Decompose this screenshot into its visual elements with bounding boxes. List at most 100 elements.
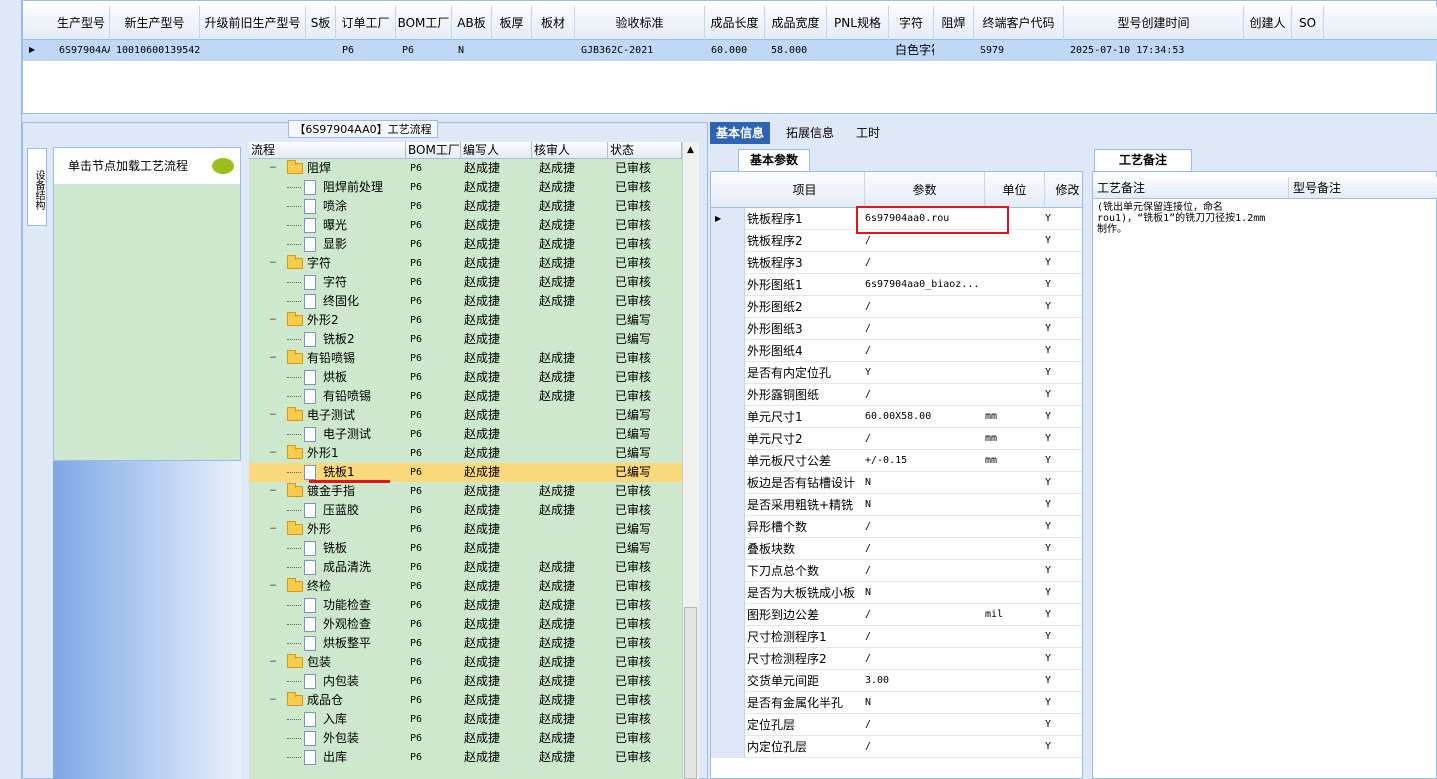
param-value[interactable]: / [865,626,983,648]
param-value[interactable]: 6s97904aa0_biaoz... [865,274,983,296]
collapse-icon[interactable]: − [269,487,277,496]
param-row[interactable]: 异形槽个数 / Y [711,516,1082,538]
param-row[interactable]: 单元尺寸2 /mm Y [711,428,1082,450]
row-header[interactable] [711,472,745,494]
header-cell[interactable]: 字符 [889,6,934,40]
row-header[interactable] [711,406,745,428]
row-header[interactable] [711,670,745,692]
param-row[interactable]: 定位孔层 / Y [711,714,1082,736]
param-value[interactable]: / [865,296,983,318]
collapse-icon[interactable]: − [269,658,277,667]
process-note-text[interactable]: (铣出单元保留连接位，命名rou1)，“铣板1”的铣刀刀径按1.2mm制作。 [1097,202,1275,235]
param-value[interactable]: Y [865,362,983,384]
param-row[interactable]: 外形图纸2 / Y [711,296,1082,318]
row-header[interactable] [711,538,745,560]
tree-node[interactable]: 铣板2 P6 赵成捷 已编写 [249,330,682,349]
row-header[interactable] [711,736,745,758]
param-row[interactable]: 叠板块数 / Y [711,538,1082,560]
row-header[interactable] [711,318,745,340]
param-header-cell[interactable]: 单位 [985,172,1045,208]
tree-node[interactable]: 喷涂 P6 赵成捷 赵成捷 已审核 [249,197,682,216]
tree-header-cell[interactable]: 编写人 [461,142,532,159]
param-row[interactable]: 交货单元间距 3.00 Y [711,670,1082,692]
tree-node[interactable]: 出库 P6 赵成捷 赵成捷 已审核 [249,748,682,767]
row-header[interactable] [711,428,745,450]
collapse-icon[interactable]: − [269,582,277,591]
param-row[interactable]: 是否有内定位孔 Y Y [711,362,1082,384]
tree-node[interactable]: 烘板 P6 赵成捷 赵成捷 已审核 [249,368,682,387]
tree-node[interactable]: 压蓝胶 P6 赵成捷 赵成捷 已审核 [249,501,682,520]
param-value[interactable]: N [865,582,983,604]
tree-node[interactable]: − 外形 P6 赵成捷 已编写 [249,520,682,539]
header-cell[interactable]: 终端客户代码 [974,6,1064,40]
param-header-cell[interactable]: 项目 [745,172,865,208]
param-header-cell[interactable]: 修改 [1045,172,1082,208]
param-value[interactable]: / [865,648,983,670]
tree-node[interactable]: 内包装 P6 赵成捷 赵成捷 已审核 [249,672,682,691]
header-cell[interactable]: 新生产型号 [110,6,200,40]
header-cell[interactable]: AB板 [452,6,492,40]
param-row[interactable]: 单元板尺寸公差 +/-0.15 mm Y [711,450,1082,472]
param-row[interactable]: 是否为大板铣成小板 N Y [711,582,1082,604]
param-row[interactable]: 外形图纸1 6s97904aa0_biaoz... Y [711,274,1082,296]
row-header[interactable] [711,626,745,648]
notes-col-model[interactable]: 型号备注 [1289,177,1437,199]
param-value[interactable]: / [865,538,983,560]
param-value[interactable]: / [865,604,983,626]
param-row[interactable]: 外形图纸4 / Y [711,340,1082,362]
row-header[interactable] [711,296,745,318]
row-header[interactable] [711,274,745,296]
param-row[interactable]: 尺寸检测程序1 / Y [711,626,1082,648]
tree-node[interactable]: − 电子测试 P6 赵成捷 已编写 [249,406,682,425]
tree-node[interactable]: 阻焊前处理 P6 赵成捷 赵成捷 已审核 [249,178,682,197]
header-cell[interactable]: 创建人 [1244,6,1292,40]
param-value[interactable]: / [865,318,983,340]
tree-node[interactable]: 字符 P6 赵成捷 赵成捷 已审核 [249,273,682,292]
row-header[interactable] [711,494,745,516]
tree-node[interactable]: − 阻焊 P6 赵成捷 赵成捷 已审核 [249,159,682,178]
table-row[interactable]: ▶ 6S97904AA0 10010600139542 P6 P6 N GJB362C-2… [23,40,1437,61]
row-header[interactable] [711,692,745,714]
tree-node[interactable]: 烘板整平 P6 赵成捷 赵成捷 已审核 [249,634,682,653]
tree-node[interactable]: 电子测试 P6 赵成捷 已编写 [249,425,682,444]
param-row[interactable]: 外形图纸3 / Y [711,318,1082,340]
tree-node[interactable]: 有铅喷锡 P6 赵成捷 赵成捷 已审核 [249,387,682,406]
click-hint[interactable]: 单击节点加载工艺流程 [54,148,240,184]
header-cell[interactable]: BOM工厂 [396,6,452,40]
header-cell[interactable]: 升级前旧生产型号 [200,6,306,40]
tree-node[interactable]: − 有铅喷锡 P6 赵成捷 赵成捷 已审核 [249,349,682,368]
param-row[interactable]: 外形露铜图纸 / Y [711,384,1082,406]
tab-extended-info[interactable]: 拓展信息 [780,122,840,144]
header-cell[interactable]: S板 [306,6,336,40]
param-value[interactable]: +/-0.15 [865,450,983,472]
row-header[interactable] [711,582,745,604]
tree-header-cell[interactable]: 流程 [249,142,406,159]
tree-node[interactable]: − 字符 P6 赵成捷 赵成捷 已审核 [249,254,682,273]
param-value[interactable]: N [865,692,983,714]
header-cell[interactable]: 订单工厂 [336,6,396,40]
tree-node[interactable]: − 成品仓 P6 赵成捷 赵成捷 已审核 [249,691,682,710]
collapse-icon[interactable]: − [269,411,277,420]
param-value[interactable]: N [865,494,983,516]
tree-node[interactable]: − 终检 P6 赵成捷 赵成捷 已审核 [249,577,682,596]
param-value[interactable]: / [865,736,983,758]
param-header-cell[interactable]: 参数 [865,172,985,208]
tree-node[interactable]: 终固化 P6 赵成捷 赵成捷 已审核 [249,292,682,311]
collapse-icon[interactable]: − [269,354,277,363]
collapse-icon[interactable]: − [269,525,277,534]
header-cell[interactable]: 型号创建时间 [1064,6,1244,40]
param-value[interactable]: / [865,560,983,582]
tree-node[interactable]: − 外形1 P6 赵成捷 已编写 [249,444,682,463]
param-value[interactable]: / [865,340,983,362]
param-value[interactable]: / [865,428,983,450]
tree-header-cell[interactable]: BOM工厂 [406,142,461,159]
notes-col-process[interactable]: 工艺备注 [1093,177,1289,199]
collapse-icon[interactable]: − [269,164,277,173]
tab-device-structure[interactable]: 设备结构 [27,148,47,226]
tab-basic-params[interactable]: 基本参数 [738,149,810,171]
param-value[interactable]: / [865,714,983,736]
param-value[interactable]: 60.00X58.00 [865,406,983,428]
param-row[interactable]: 下刀点总个数 / Y [711,560,1082,582]
tree-node[interactable]: 铣板 P6 赵成捷 已编写 [249,539,682,558]
tree-node[interactable]: 功能检查 P6 赵成捷 赵成捷 已审核 [249,596,682,615]
